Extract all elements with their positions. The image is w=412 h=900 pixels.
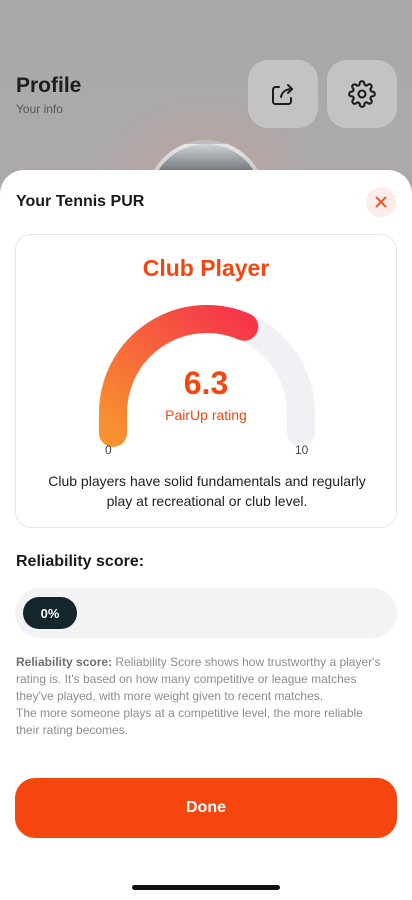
- home-indicator: [132, 885, 280, 890]
- share-button[interactable]: [248, 60, 318, 128]
- close-icon: [375, 196, 387, 208]
- reliability-info-text-2: The more someone plays at a competitive …: [16, 706, 363, 737]
- gauge-min-label: 0: [105, 443, 112, 457]
- gauge-max-label: 10: [295, 443, 309, 457]
- rating-gauge: [99, 305, 315, 447]
- reliability-value-pill: 0%: [23, 597, 77, 629]
- reliability-bar: 0%: [15, 588, 397, 638]
- settings-button[interactable]: [327, 60, 397, 128]
- level-description: Club players have solid fundamentals and…: [48, 473, 366, 509]
- rating-value: 6.3: [183, 365, 229, 401]
- rating-label: PairUp rating: [165, 407, 247, 423]
- close-button[interactable]: [366, 187, 396, 217]
- gear-icon: [348, 80, 376, 108]
- reliability-info-title: Reliability score:: [16, 655, 113, 669]
- reliability-info: Reliability score: Reliability Score sho…: [16, 654, 386, 739]
- profile-title: Profile: [16, 74, 82, 97]
- rating-card: Club Player 6.3 PairUp rating 0 10 Club …: [15, 234, 397, 528]
- reliability-heading: Reliability score:: [16, 553, 145, 570]
- rating-sheet: Your Tennis PUR Club Player 6.3 PairUp r…: [0, 170, 412, 900]
- done-button[interactable]: Done: [15, 778, 397, 838]
- sheet-title: Your Tennis PUR: [16, 193, 145, 210]
- profile-subtitle: Your info: [16, 102, 63, 116]
- share-icon: [272, 84, 293, 105]
